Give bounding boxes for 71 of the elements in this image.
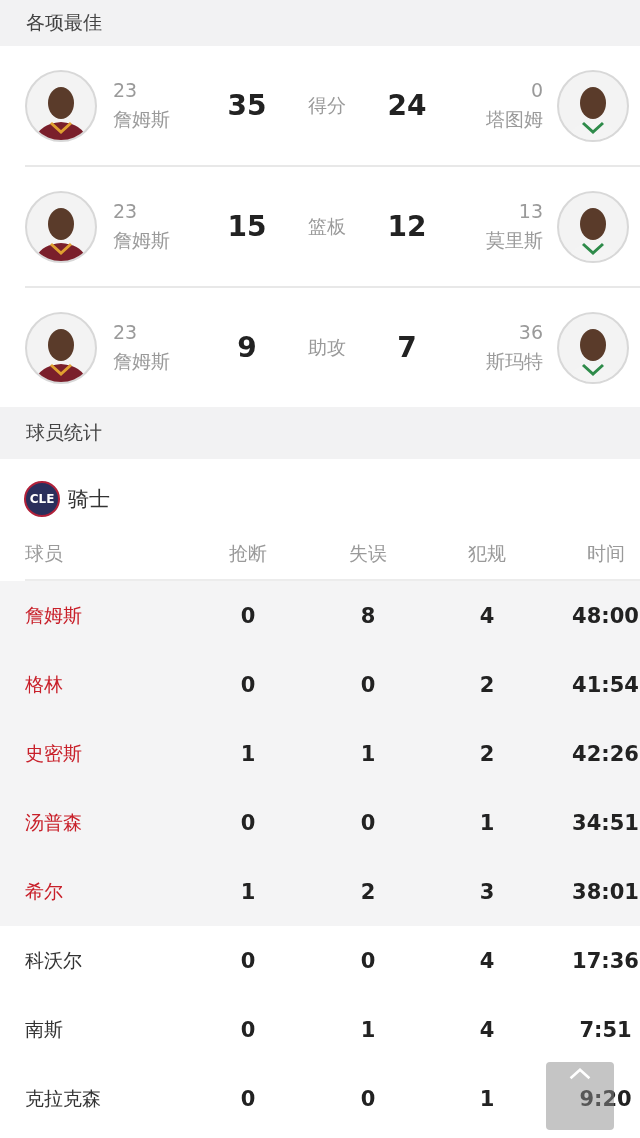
table-cell-text: 2 [478, 741, 496, 766]
table-cell-text: 0 [239, 672, 257, 697]
table-cell-text: 0 [359, 810, 377, 835]
table-cell-text: 17:36 [571, 948, 640, 973]
player-name: 史密斯 [25, 740, 83, 766]
player-name: 詹姆斯 [25, 602, 83, 628]
table-cell-text: 0 [239, 1017, 257, 1042]
team-logo: CLE [24, 481, 60, 517]
table-cell-text: 9:20 [578, 1086, 633, 1111]
stat-value: 15 [226, 210, 268, 243]
column-header: 球员 [25, 541, 64, 566]
stat-value: 7 [396, 331, 418, 364]
column-header: 犯规 [467, 541, 507, 566]
player-name: 塔图姆 [486, 106, 543, 132]
table-cell-text: 0 [239, 948, 257, 973]
table-cell-text: 8 [359, 603, 377, 628]
stat-value: 35 [226, 89, 268, 122]
player-name: 莫里斯 [486, 227, 543, 253]
player-name: 詹姆斯 [113, 227, 170, 253]
table-cell-text: 1 [239, 741, 257, 766]
section-title: 各项最佳 [0, 0, 640, 46]
stat-label: 助攻 [307, 334, 347, 360]
player-name: 南斯 [25, 1016, 64, 1042]
table-cell-text: 34:51 [571, 810, 640, 835]
table-cell-text: 48:00 [571, 603, 640, 628]
stat-value: 24 [386, 89, 428, 122]
table-cell-text: 0 [359, 672, 377, 697]
table-cell-text: 42:26 [571, 741, 640, 766]
section-title: 球员统计 [0, 407, 640, 459]
jersey-number: 23 [113, 78, 138, 101]
table-cell-text: 1 [478, 1086, 496, 1111]
player-name: 詹姆斯 [113, 106, 170, 132]
player-name: 詹姆斯 [113, 348, 170, 374]
table-cell-text: 7:51 [578, 1017, 633, 1042]
stat-label: 篮板 [307, 213, 347, 239]
table-cell-text: 1 [359, 1017, 377, 1042]
jersey-number: 0 [530, 78, 543, 101]
jersey-number: 23 [113, 320, 138, 343]
table-cell-text: 0 [239, 810, 257, 835]
table-cell-text: 0 [359, 948, 377, 973]
column-header: 失误 [348, 541, 388, 566]
jersey-number: 13 [518, 199, 543, 222]
column-header: 时间 [585, 541, 626, 566]
table-cell-text: 1 [478, 810, 496, 835]
column-header: 抢断 [228, 541, 268, 566]
stat-value: 9 [236, 331, 258, 364]
jersey-number: 36 [518, 320, 543, 343]
table-cell-text: 0 [359, 1086, 377, 1111]
table-cell-text: 41:54 [571, 672, 640, 697]
player-name: 斯玛特 [486, 348, 543, 374]
player-name: 克拉克森 [25, 1085, 102, 1111]
table-cell-text: 38:01 [571, 879, 640, 904]
player-name: 希尔 [25, 878, 64, 904]
table-cell-text: 3 [478, 879, 496, 904]
player-name: 格林 [25, 671, 64, 697]
table-cell-text: 0 [239, 603, 257, 628]
table-cell-text: 2 [478, 672, 496, 697]
table-cell-text: 1 [239, 879, 257, 904]
player-name: 汤普森 [25, 809, 83, 835]
chevron-up-icon [567, 1068, 593, 1080]
table-cell-text: 4 [478, 948, 496, 973]
stat-label: 得分 [307, 92, 347, 118]
jersey-number: 23 [113, 199, 138, 222]
table-cell-text: 1 [359, 741, 377, 766]
stat-value: 12 [386, 210, 428, 243]
table-cell-text: 4 [478, 1017, 496, 1042]
team-name: 骑士 [68, 486, 110, 513]
table-cell-text: 0 [239, 1086, 257, 1111]
table-cell-text: 4 [478, 603, 496, 628]
table-cell-text: 2 [359, 879, 377, 904]
player-name: 科沃尔 [25, 947, 83, 973]
